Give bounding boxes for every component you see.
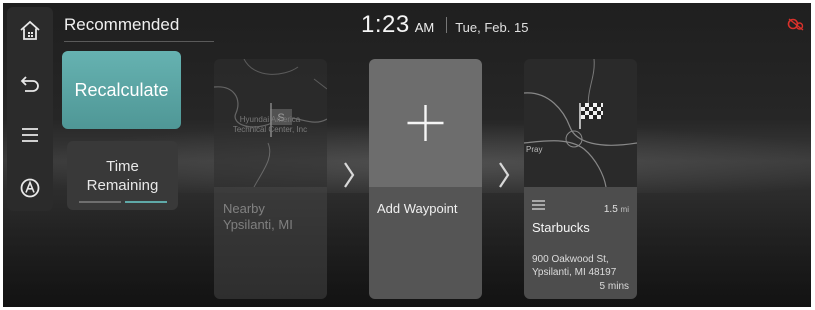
distance: 1.5 mi bbox=[604, 204, 629, 215]
checkered-flag-icon bbox=[581, 103, 603, 119]
clock-date: Tue, Feb. 15 bbox=[455, 20, 529, 35]
menu-button[interactable] bbox=[14, 119, 46, 151]
chevron-right-icon bbox=[344, 162, 355, 188]
connectivity-off-icon bbox=[787, 18, 804, 31]
side-rail bbox=[7, 7, 53, 211]
clock: 1:23 AM Tue, Feb. 15 bbox=[361, 11, 528, 39]
recalculate-button[interactable]: Recalculate bbox=[62, 51, 181, 129]
destination-card[interactable]: Pray 1.5 mi Starbucks 900 Oakwood St, Yp… bbox=[524, 59, 637, 299]
address-line2: Ypsilanti, MI 48197 bbox=[532, 267, 617, 278]
map-road-label: Pray bbox=[526, 145, 543, 154]
page-title: Recommended bbox=[64, 15, 180, 34]
map-poi-label: Hyundai America Technical Center, Inc bbox=[220, 115, 320, 135]
add-waypoint-area bbox=[369, 59, 482, 187]
destination-address: 900 Oakwood St, Ypsilanti, MI 48197 bbox=[532, 253, 616, 279]
eta: 5 mins bbox=[599, 281, 629, 292]
back-button[interactable] bbox=[14, 68, 46, 100]
card-label: Nearby Ypsilanti, MI bbox=[223, 201, 293, 233]
add-waypoint-label: Add Waypoint bbox=[377, 201, 458, 216]
card-info: 1.5 mi Starbucks 900 Oakwood St, Ypsilan… bbox=[524, 187, 637, 299]
menu-icon bbox=[22, 128, 38, 142]
address-line1: 900 Oakwood St, bbox=[532, 254, 609, 265]
chevron-right-icon bbox=[499, 162, 510, 188]
map-thumbnail: S Hyundai America Technical Center, Inc bbox=[214, 59, 327, 188]
home-button[interactable] bbox=[14, 15, 46, 47]
nearby-location: Ypsilanti, MI bbox=[223, 217, 293, 232]
map-thumbnail: Pray bbox=[524, 59, 637, 188]
nearby-label: Nearby bbox=[223, 201, 265, 216]
clock-divider bbox=[446, 17, 448, 33]
navigation-screen: Recommended 1:23 AM Tue, Feb. 15 Recalcu… bbox=[3, 3, 811, 307]
list-icon bbox=[532, 200, 545, 210]
map-poi-line1: Hyundai America bbox=[239, 115, 301, 124]
card-info: Add Waypoint bbox=[369, 187, 482, 299]
destination-name: Starbucks bbox=[532, 220, 590, 235]
navigation-mode-button[interactable] bbox=[14, 172, 46, 204]
distance-unit: mi bbox=[620, 205, 629, 214]
title-underline bbox=[64, 41, 214, 42]
card-info: Nearby Ypsilanti, MI bbox=[214, 187, 327, 299]
time-remaining-label-line1: Time bbox=[106, 157, 139, 175]
clock-time: 1:23 bbox=[361, 11, 410, 38]
map-lines bbox=[524, 59, 637, 188]
waypoint-card-nearby[interactable]: S Hyundai America Technical Center, Inc … bbox=[214, 59, 327, 299]
time-remaining-label-line2: Remaining bbox=[86, 176, 159, 194]
time-remaining-button[interactable]: Time Remaining bbox=[67, 141, 178, 210]
add-waypoint-card[interactable]: Add Waypoint bbox=[369, 59, 482, 299]
plus-icon bbox=[407, 105, 444, 141]
map-poi-line2: Technical Center, Inc bbox=[232, 125, 308, 134]
toggle-indicator-off bbox=[79, 201, 121, 203]
clock-ampm: AM bbox=[414, 20, 435, 35]
distance-value: 1.5 bbox=[603, 204, 618, 215]
home-icon bbox=[20, 20, 40, 40]
back-icon bbox=[20, 76, 39, 92]
navigation-icon bbox=[20, 178, 40, 198]
toggle-indicator-on bbox=[125, 201, 167, 203]
